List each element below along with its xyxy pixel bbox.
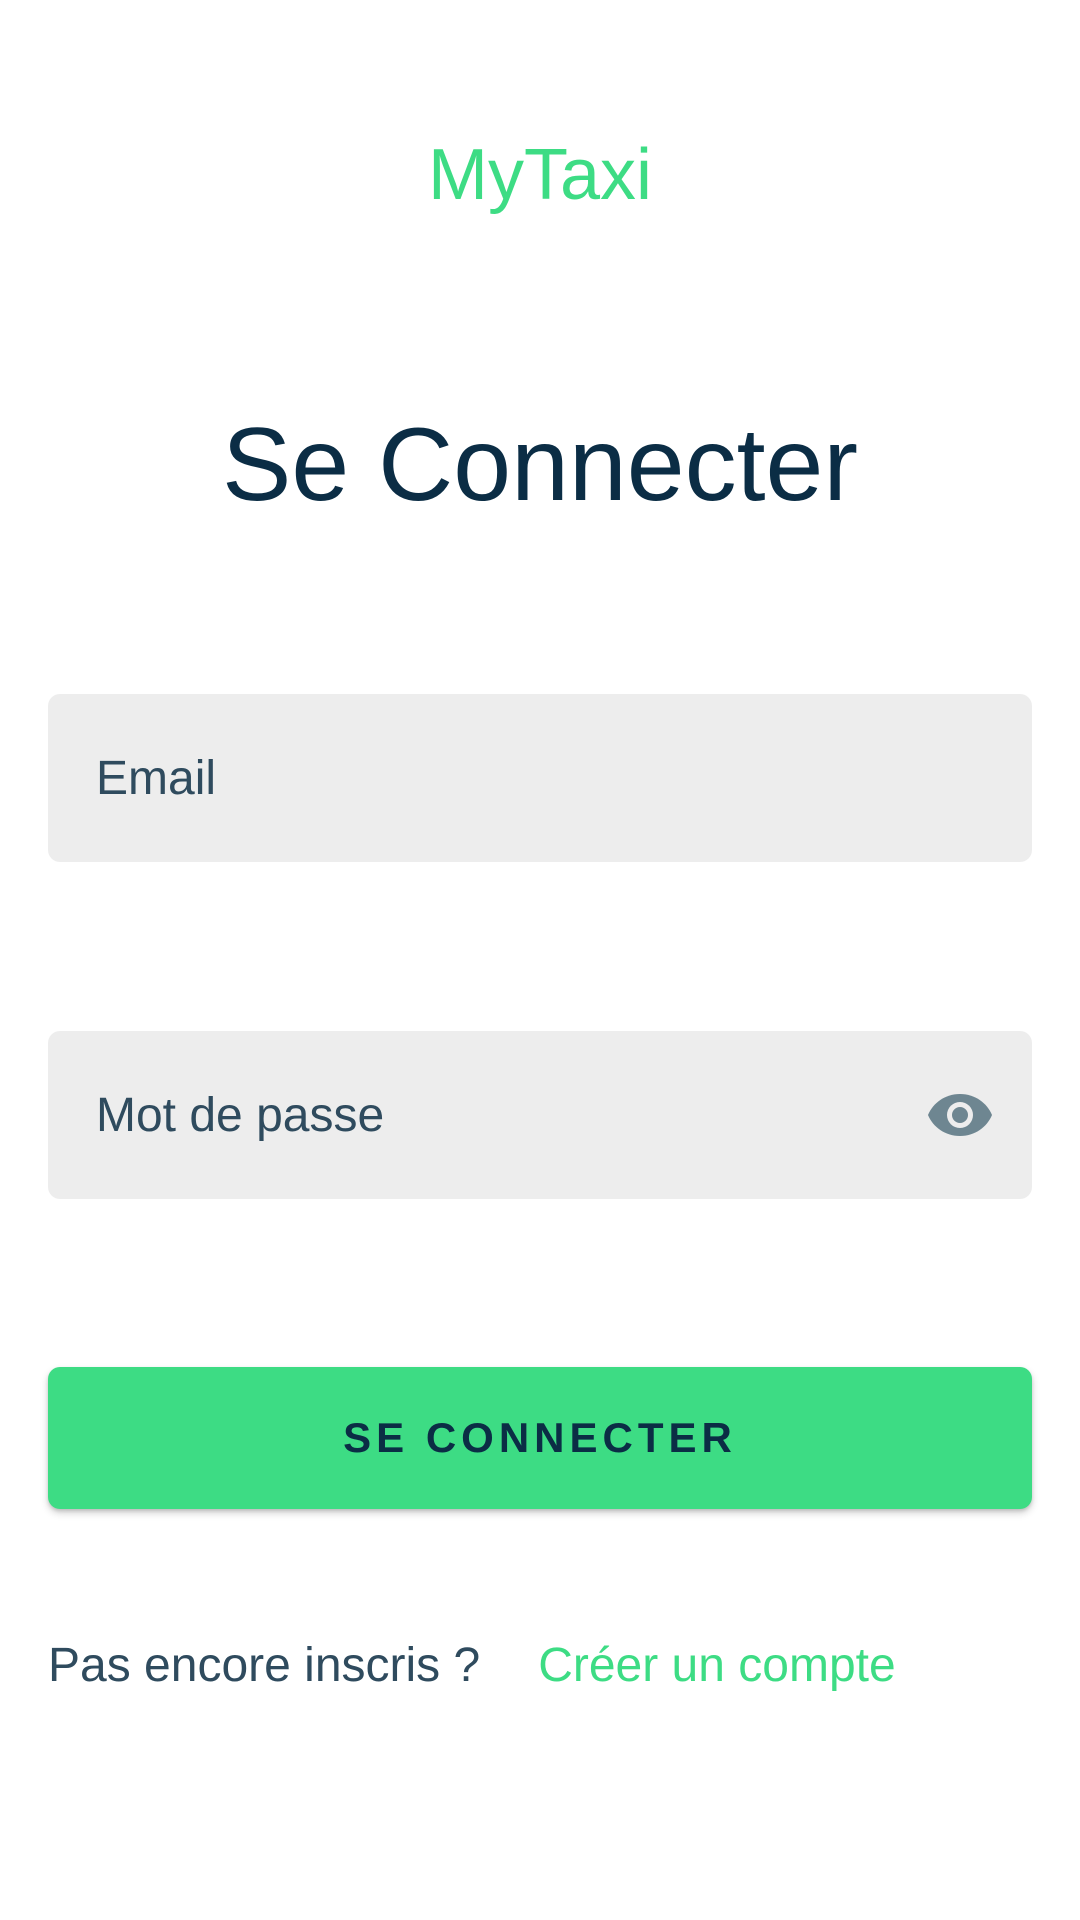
app-brand: MyTaxi: [427, 135, 652, 215]
page-title: Se Connecter: [222, 407, 858, 523]
eye-icon[interactable]: [924, 1079, 996, 1151]
password-field-container: [48, 1031, 1032, 1199]
eye-icon-graphic: [928, 1094, 992, 1136]
login-button[interactable]: SE CONNECTER: [48, 1367, 1032, 1509]
email-field[interactable]: [48, 694, 1032, 862]
create-account-link[interactable]: Créer un compte: [538, 1638, 896, 1693]
email-field-container: [48, 694, 1032, 862]
password-field[interactable]: [48, 1031, 1032, 1199]
signup-question: Pas encore inscris ?: [48, 1638, 481, 1692]
signup-row: Pas encore inscris ? Créer un compte: [48, 1630, 896, 1700]
